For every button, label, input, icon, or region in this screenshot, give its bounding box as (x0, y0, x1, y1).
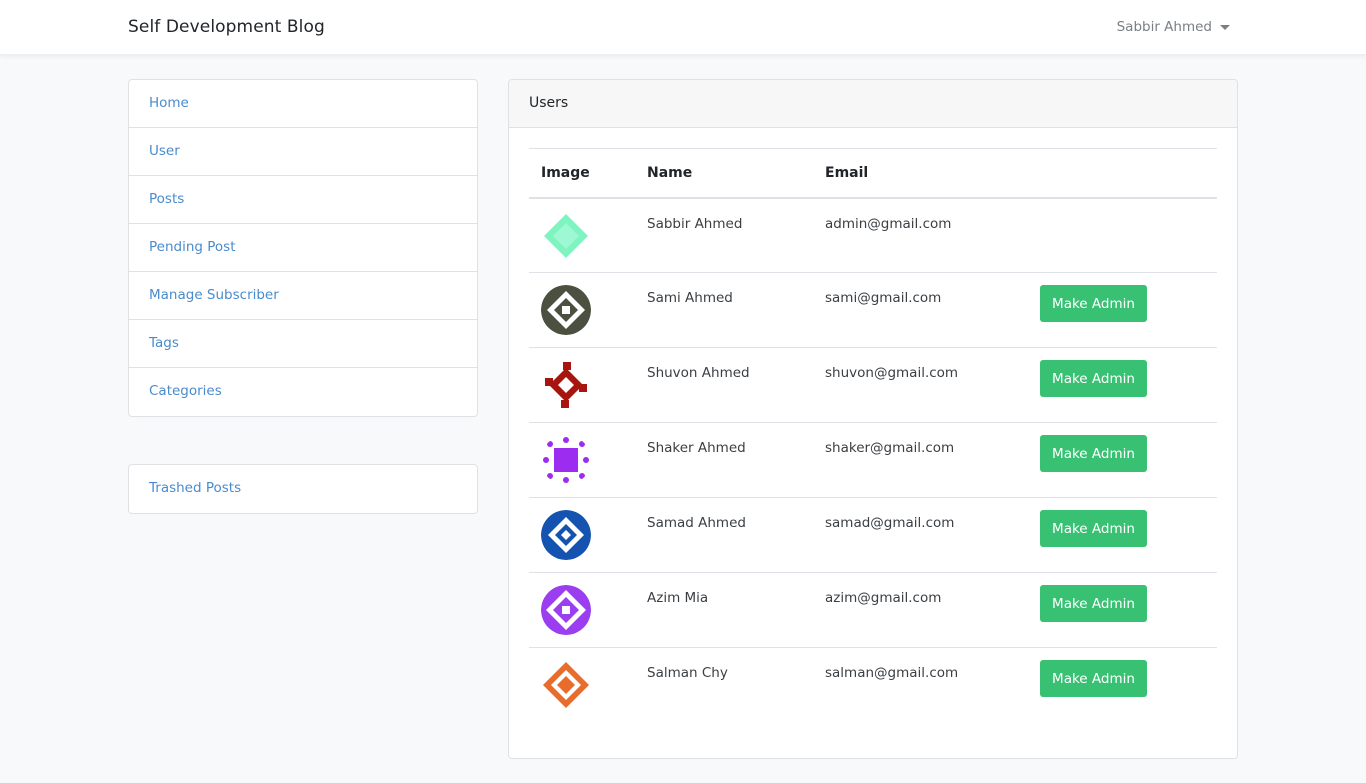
column-header-image: Image (541, 164, 590, 181)
sidebar-item-tags[interactable]: Tags (129, 320, 477, 368)
sidebar-item-categories[interactable]: Categories (129, 368, 477, 416)
action-cell: Make Admin (1028, 423, 1217, 498)
action-cell: Make Admin (1028, 348, 1217, 423)
column-header-name: Name (647, 164, 693, 181)
avatar (541, 660, 591, 710)
user-name-cell: Sami Ahmed (647, 290, 733, 306)
make-admin-button[interactable]: Make Admin (1040, 435, 1147, 472)
make-admin-button[interactable]: Make Admin (1040, 585, 1147, 622)
table-row: Azim Mia azim@gmail.com Make Admin (529, 573, 1217, 648)
sidebar-trash-menu: Trashed Posts (128, 464, 478, 514)
avatar (541, 435, 591, 485)
make-admin-button[interactable]: Make Admin (1040, 360, 1147, 397)
table-row: Shuvon Ahmed shuvon@gmail.com Make Admin (529, 348, 1217, 423)
user-name-cell: Shaker Ahmed (647, 440, 746, 456)
action-cell: Make Admin (1028, 498, 1217, 573)
column-header-email: Email (825, 164, 869, 181)
table-row: Salman Chy salman@gmail.com Make Admin (529, 648, 1217, 723)
sidebar-item-user[interactable]: User (129, 128, 477, 176)
user-dropdown[interactable]: Sabbir Ahmed (1117, 19, 1230, 35)
avatar-cell (529, 648, 635, 723)
user-name[interactable]: Sabbir Ahmed (1117, 19, 1212, 35)
avatar (541, 285, 591, 335)
user-email-cell: salman@gmail.com (825, 665, 959, 681)
make-admin-button[interactable]: Make Admin (1040, 285, 1147, 322)
user-email-cell: shuvon@gmail.com (825, 365, 959, 381)
table-header-row: Image Name Email (529, 148, 1217, 198)
sidebar-item-home[interactable]: Home (129, 80, 477, 128)
avatar-cell (529, 348, 635, 423)
brand-title[interactable]: Self Development Blog (128, 17, 325, 37)
users-card: Users Image Name Email Sabbir Ahmed admin… (508, 79, 1238, 759)
user-name-cell: Salman Chy (647, 665, 728, 681)
sidebar-item-pending-post[interactable]: Pending Post (129, 224, 477, 272)
avatar-cell (529, 573, 635, 648)
make-admin-button[interactable]: Make Admin (1040, 660, 1147, 697)
avatar-cell (529, 498, 635, 573)
sidebar-item-manage-subscriber[interactable]: Manage Subscriber (129, 272, 477, 320)
column-header-action (1028, 149, 1217, 198)
user-email-cell: azim@gmail.com (825, 590, 942, 606)
user-name-cell: Shuvon Ahmed (647, 365, 750, 381)
action-cell (1028, 198, 1217, 273)
users-table: Image Name Email Sabbir Ahmed admin@gmail… (529, 148, 1217, 723)
user-email-cell: shaker@gmail.com (825, 440, 955, 456)
top-navbar: Self Development Blog Sabbir Ahmed (0, 0, 1366, 55)
sidebar-item-trashed-posts[interactable]: Trashed Posts (129, 465, 477, 513)
user-name-cell: Sabbir Ahmed (647, 215, 743, 232)
avatar (541, 210, 591, 261)
sidebar-item-posts[interactable]: Posts (129, 176, 477, 224)
user-email-cell: sami@gmail.com (825, 290, 942, 306)
table-row: Samad Ahmed samad@gmail.com Make Admin (529, 498, 1217, 573)
avatar (541, 585, 591, 635)
action-cell: Make Admin (1028, 273, 1217, 348)
table-row: Sabbir Ahmed admin@gmail.com (529, 198, 1217, 273)
avatar (541, 510, 591, 560)
user-name-cell: Azim Mia (647, 590, 709, 606)
avatar (541, 360, 591, 410)
user-name-cell: Samad Ahmed (647, 515, 746, 531)
action-cell: Make Admin (1028, 648, 1217, 723)
sidebar-menu: Home User Posts Pending Post Manage Subs… (128, 79, 478, 417)
users-card-title: Users (509, 80, 1237, 128)
caret-down-icon[interactable] (1220, 24, 1230, 30)
table-row: Shaker Ahmed shaker@gmail.com Make Admin (529, 423, 1217, 498)
avatar-cell (529, 423, 635, 498)
user-email-cell: samad@gmail.com (825, 515, 955, 531)
user-email-cell: admin@gmail.com (825, 215, 952, 232)
action-cell: Make Admin (1028, 573, 1217, 648)
table-row: Sami Ahmed sami@gmail.com Make Admin (529, 273, 1217, 348)
avatar-cell (529, 198, 635, 273)
make-admin-button[interactable]: Make Admin (1040, 510, 1147, 547)
avatar-cell (529, 273, 635, 348)
